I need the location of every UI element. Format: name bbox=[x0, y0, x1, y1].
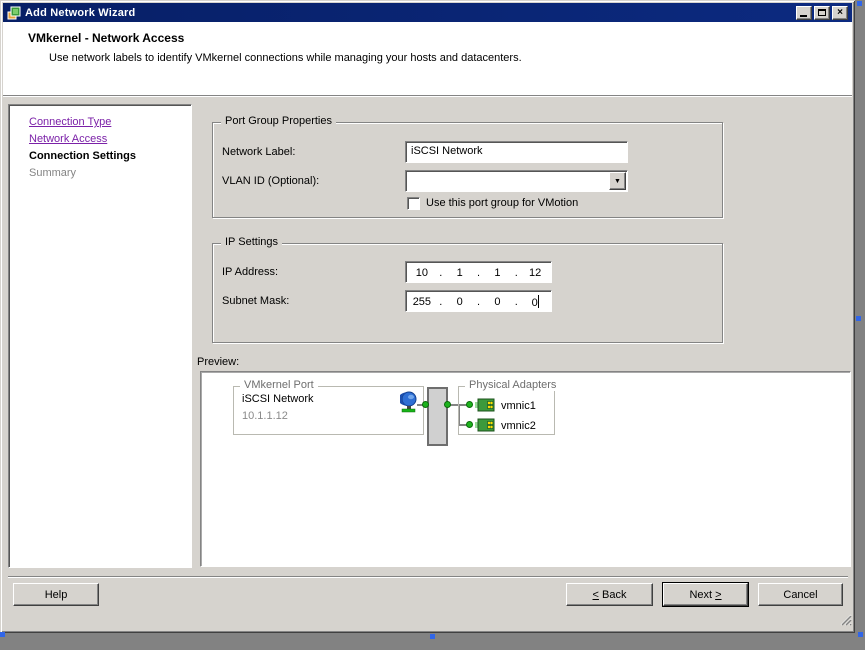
step-network-access[interactable]: Network Access bbox=[29, 131, 191, 148]
vlan-id-label: VLAN ID (Optional): bbox=[222, 175, 320, 187]
adapter-name: vmnic2 bbox=[501, 420, 536, 432]
page-title: VMkernel - Network Access bbox=[28, 31, 185, 45]
next-button[interactable]: Next > bbox=[663, 583, 748, 606]
step-summary: Summary bbox=[29, 167, 77, 179]
mask-octet-4: 0 bbox=[531, 295, 539, 309]
network-label-label: Network Label: bbox=[222, 146, 296, 158]
ip-address-label: IP Address: bbox=[222, 266, 279, 278]
preview-network-ip: 10.1.1.12 bbox=[242, 410, 288, 422]
mask-octet-2: 0 bbox=[456, 296, 463, 308]
next-button-label: Next > bbox=[689, 588, 722, 601]
vmotion-checkbox[interactable] bbox=[407, 197, 420, 210]
resize-grip-icon[interactable] bbox=[836, 610, 852, 626]
selection-handle[interactable] bbox=[0, 632, 5, 637]
text-caret bbox=[537, 295, 539, 308]
mask-octet-1: 255 bbox=[412, 296, 432, 308]
close-button[interactable]: × bbox=[832, 5, 848, 20]
network-preview-panel: VMkernel Port iSCSI Network 10.1.1.12 Ph… bbox=[200, 371, 851, 567]
vmotion-checkbox-label: Use this port group for VMotion bbox=[426, 197, 579, 209]
desktop-background: Add Network Wizard × VMkernel - Network … bbox=[0, 0, 865, 650]
subnet-mask-input[interactable]: 255 . 0 . 0 . 0 bbox=[405, 290, 552, 312]
back-button[interactable]: < Back bbox=[566, 583, 653, 606]
window-title: Add Network Wizard bbox=[25, 6, 136, 19]
help-button-label: Help bbox=[44, 588, 68, 601]
adapter-name: vmnic1 bbox=[501, 400, 536, 412]
network-adapter-icon bbox=[475, 418, 495, 432]
vswitch-bar bbox=[427, 387, 448, 446]
ip-octet-3: 1 bbox=[494, 267, 501, 279]
preview-network-name: iSCSI Network bbox=[242, 393, 314, 405]
ip-address-input[interactable]: 10 . 1 . 1 . 12 bbox=[405, 261, 552, 283]
selection-handle[interactable] bbox=[856, 316, 861, 321]
physical-adapters-group-title: Physical Adapters bbox=[465, 379, 561, 391]
cancel-button-label: Cancel bbox=[783, 588, 818, 601]
mask-octet-3: 0 bbox=[494, 296, 501, 308]
port-group-properties-title: Port Group Properties bbox=[221, 115, 336, 127]
close-icon: × bbox=[837, 6, 843, 18]
step-connection-settings: Connection Settings bbox=[29, 150, 136, 162]
connection-dot bbox=[444, 401, 451, 408]
selection-handle[interactable] bbox=[857, 1, 862, 6]
title-bar[interactable]: Add Network Wizard × bbox=[3, 3, 852, 22]
wizard-header: VMkernel - Network Access Use network la… bbox=[3, 22, 852, 96]
connection-dot bbox=[422, 401, 429, 408]
ip-settings-title: IP Settings bbox=[221, 236, 282, 248]
vlan-dropdown-button[interactable]: ▼ bbox=[609, 172, 626, 190]
ip-octet-1: 10 bbox=[415, 267, 428, 279]
ip-octet-4: 12 bbox=[529, 267, 542, 279]
back-button-label: < Back bbox=[592, 588, 627, 601]
minimize-button[interactable] bbox=[796, 5, 812, 20]
vmkernel-port-group-title: VMkernel Port bbox=[240, 379, 318, 391]
add-network-wizard-dialog: Add Network Wizard × VMkernel - Network … bbox=[0, 0, 855, 633]
maximize-icon bbox=[818, 9, 826, 16]
subnet-mask-label: Subnet Mask: bbox=[222, 295, 290, 307]
vmkernel-globe-icon bbox=[400, 391, 417, 413]
network-adapter-icon bbox=[475, 398, 495, 412]
cancel-button[interactable]: Cancel bbox=[758, 583, 843, 606]
app-icon bbox=[7, 6, 21, 19]
selection-handle[interactable] bbox=[858, 632, 863, 637]
network-label-input[interactable]: iSCSI Network bbox=[405, 141, 628, 163]
wizard-steps-panel: Connection Type Network Access Connectio… bbox=[8, 104, 192, 568]
maximize-button[interactable] bbox=[814, 5, 830, 20]
minimize-icon bbox=[800, 14, 807, 17]
vmkernel-port-group: VMkernel Port iSCSI Network 10.1.1.12 bbox=[233, 379, 424, 435]
preview-label: Preview: bbox=[197, 356, 240, 368]
ip-octet-2: 1 bbox=[456, 267, 463, 279]
chevron-down-icon: ▼ bbox=[614, 177, 621, 185]
page-description: Use network labels to identify VMkernel … bbox=[49, 52, 522, 64]
help-button[interactable]: Help bbox=[13, 583, 99, 606]
step-connection-type[interactable]: Connection Type bbox=[29, 114, 191, 131]
vlan-id-combobox[interactable]: ▼ bbox=[405, 170, 628, 192]
footer-divider bbox=[8, 576, 848, 578]
selection-handle[interactable] bbox=[430, 634, 435, 639]
